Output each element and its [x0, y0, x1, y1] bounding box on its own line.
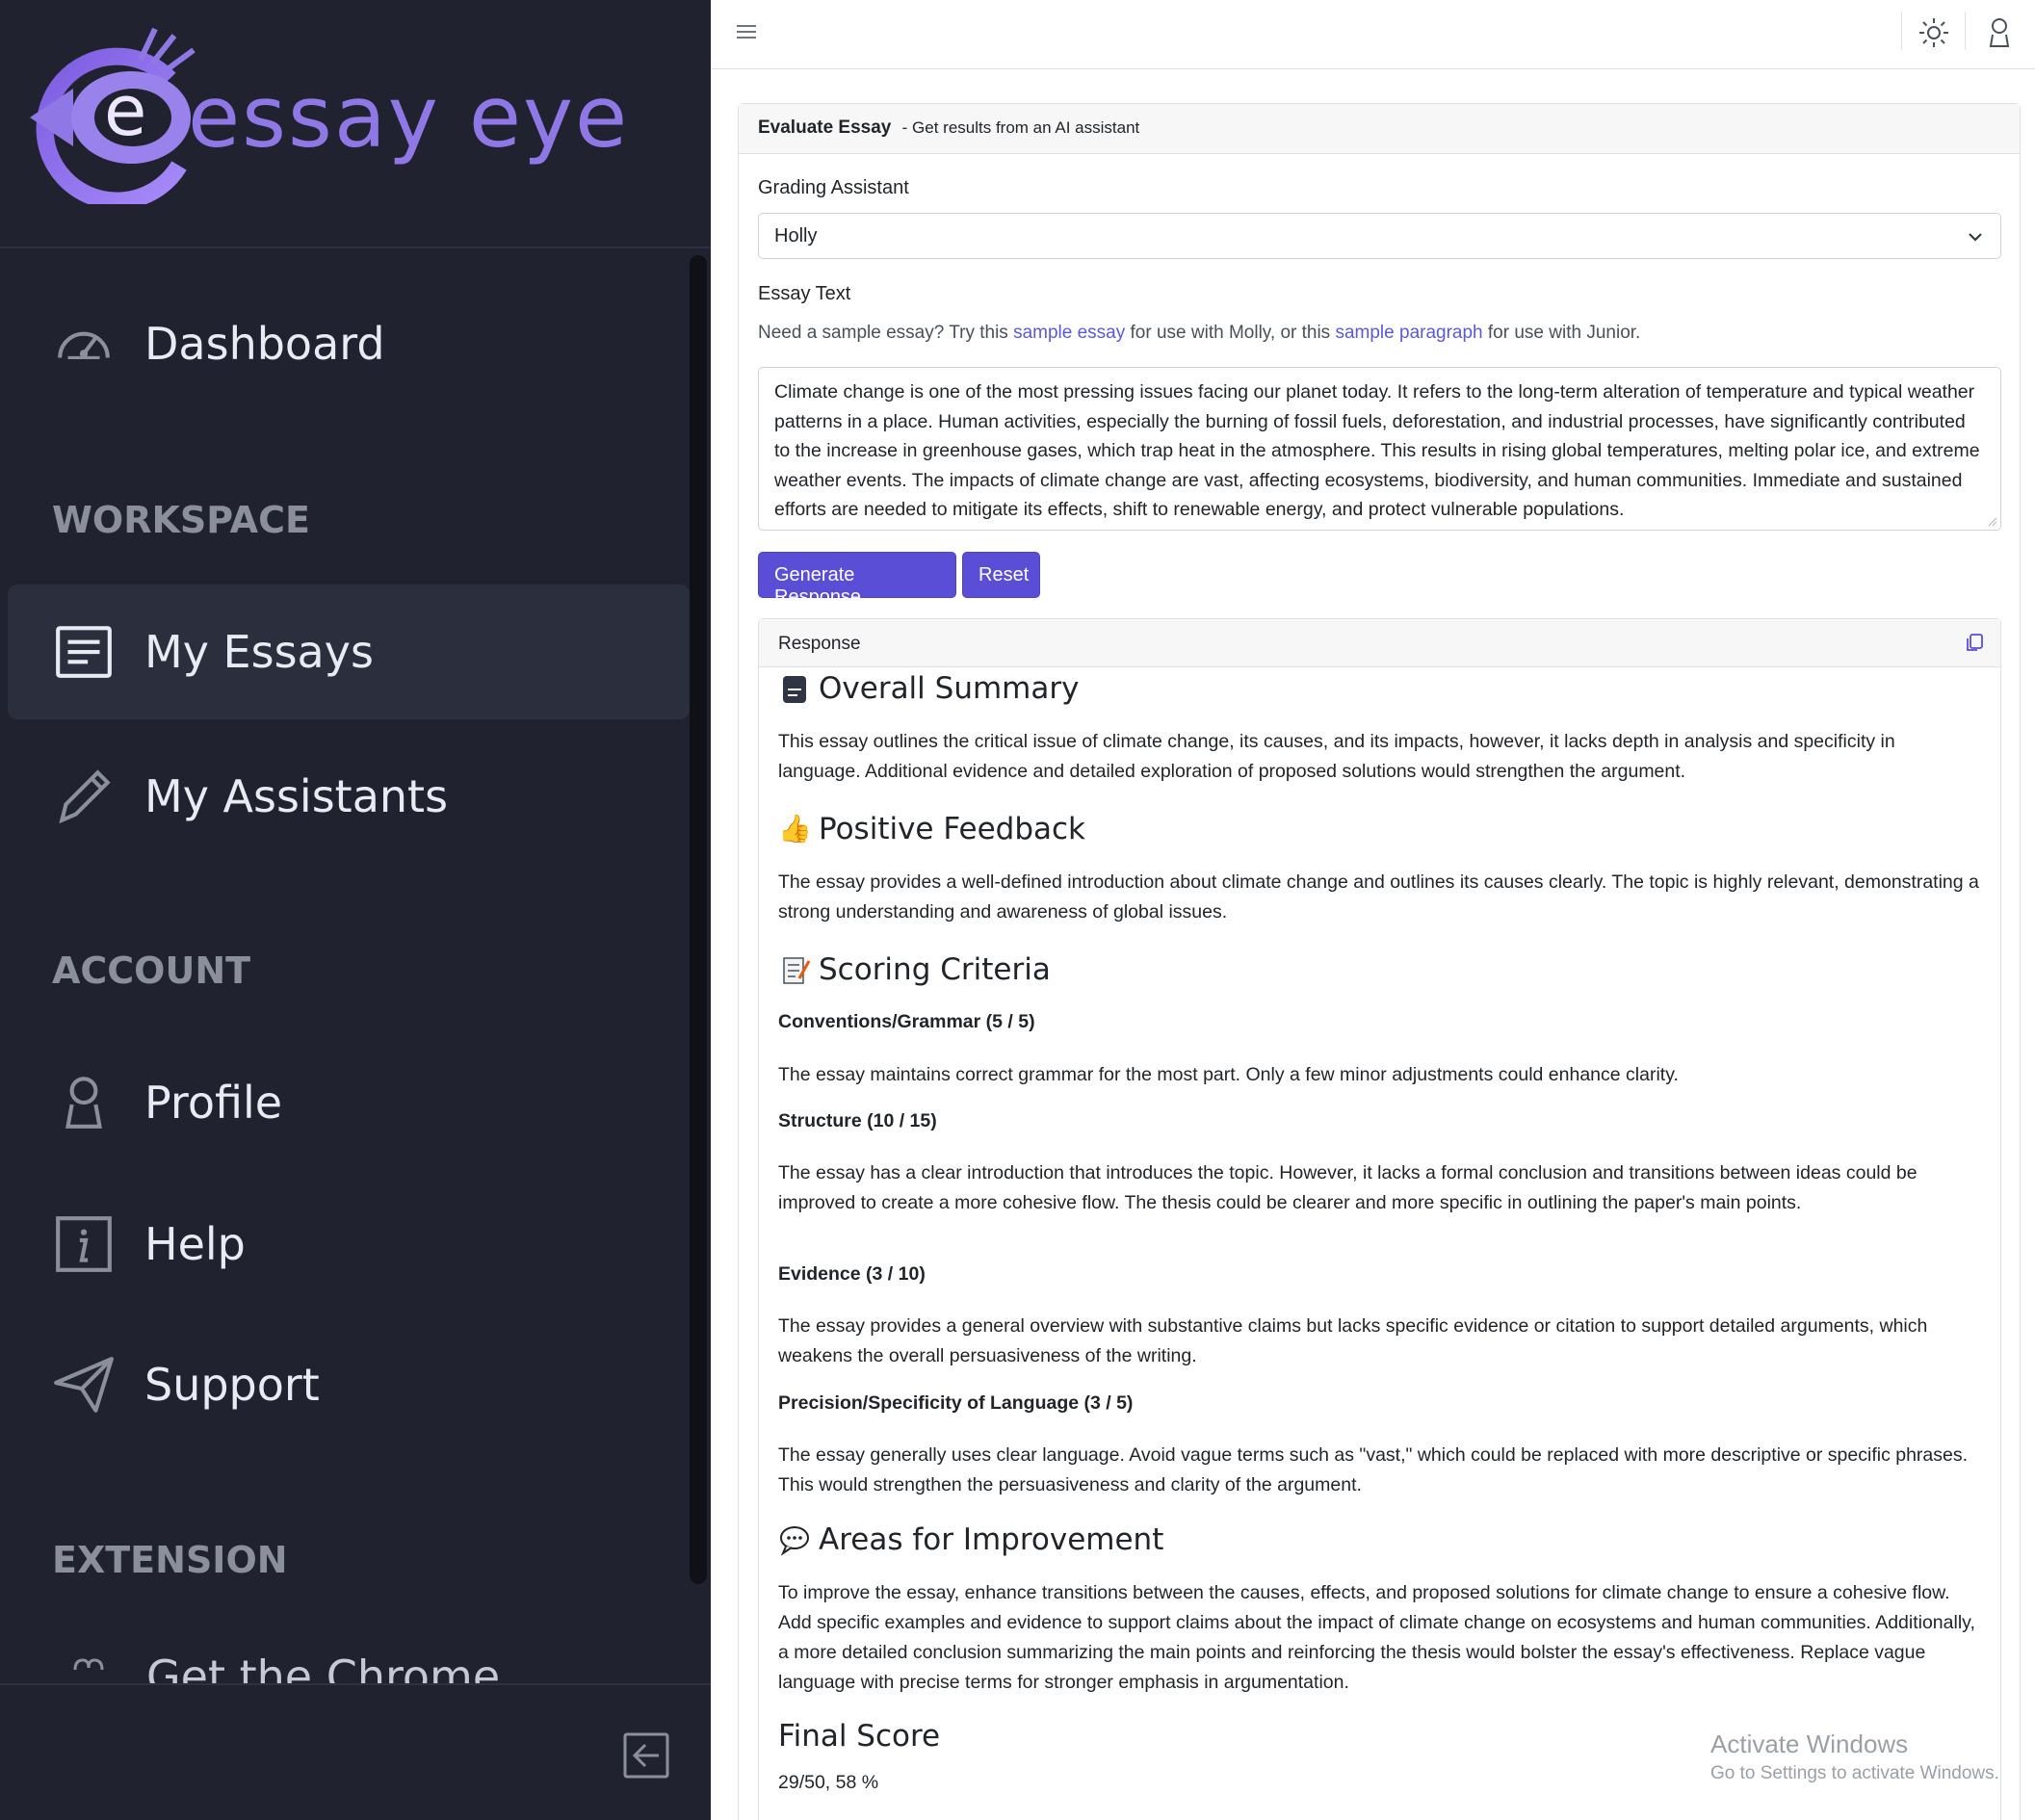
sun-icon[interactable] — [1917, 15, 1951, 50]
resize-grip-icon[interactable] — [1988, 517, 1997, 527]
grading-assistant-select[interactable]: Holly — [758, 213, 2001, 259]
sidebar-item-label: Support — [144, 1359, 320, 1411]
person-icon[interactable] — [1982, 15, 2017, 50]
sidebar-item-my-assistants[interactable]: My Assistants — [8, 729, 690, 864]
clipboard-icon — [783, 957, 811, 984]
person-icon — [65, 1077, 102, 1129]
criterion-name: Structure (10 / 15) — [778, 1110, 937, 1131]
criterion-text: The essay has a clear introduction that … — [778, 1162, 1918, 1213]
hint-text: for use with Junior. — [1482, 323, 1641, 343]
sample-paragraph-link[interactable]: sample paragraph — [1335, 323, 1482, 343]
criterion-name: Precision/Specificity of Language (3 / 5… — [778, 1392, 1134, 1414]
logo[interactable]: e essay eye — [0, 0, 711, 248]
reset-button[interactable]: Reset — [962, 552, 1040, 598]
criterion-text: The essay maintains correct grammar for … — [778, 1064, 1679, 1085]
section-label-extension: EXTENSION — [52, 1539, 288, 1581]
sidebar-item-help[interactable]: Help — [8, 1177, 690, 1312]
sidebar-scrollbar[interactable] — [690, 255, 707, 1584]
speedometer-icon — [58, 331, 110, 359]
copy-icon[interactable] — [1964, 632, 1985, 653]
speech-bubble-icon — [780, 1526, 809, 1556]
topbar — [711, 0, 2035, 69]
info-icon — [56, 1216, 112, 1272]
final-title: Final Score — [778, 1719, 941, 1754]
sidebar-item-label: My Assistants — [144, 770, 449, 822]
chevron-down-icon — [1969, 233, 1982, 242]
divider — [1901, 12, 1902, 50]
response-panel: Response Overall Summary This essay outl… — [758, 618, 2001, 1820]
sidebar-item-label: Profile — [144, 1077, 283, 1129]
response-title: Response — [778, 634, 861, 654]
pencil-icon — [59, 769, 111, 824]
section-label-account: ACCOUNT — [52, 949, 251, 992]
sidebar-item-support[interactable]: Support — [8, 1317, 690, 1452]
criterion-name: Evidence (3 / 10) — [778, 1263, 926, 1285]
criterion-name: Conventions/Grammar (5 / 5) — [778, 1011, 1035, 1032]
essay-text: Climate change is one of the most pressi… — [774, 381, 1980, 520]
card-subtitle: - Get results from an AI assistant — [901, 118, 1140, 137]
logo-text: essay eye — [188, 67, 630, 167]
sidebar-item-label: My Essays — [144, 626, 374, 678]
criteria-title: Scoring Criteria — [819, 952, 1051, 987]
sidebar: e essay eye Dashboard WORKSPACE My Essay… — [0, 0, 711, 1820]
essay-text-label: Essay Text — [758, 283, 851, 304]
generate-response-button[interactable]: Generate Response — [758, 552, 956, 608]
document-lines-icon — [56, 626, 112, 678]
sample-hint: Need a sample essay? Try this sample ess… — [758, 323, 1640, 344]
hamburger-icon[interactable] — [732, 17, 761, 46]
response-header: Response — [759, 619, 2000, 667]
summary-text: This essay outlines the critical issue o… — [778, 731, 1895, 782]
activate-windows-watermark: Activate Windows Go to Settings to activ… — [1710, 1729, 1999, 1784]
sidebar-item-my-essays[interactable]: My Essays — [8, 585, 690, 719]
send-icon — [54, 1357, 114, 1413]
grading-assistant-label: Grading Assistant — [758, 177, 909, 198]
essay-textarea[interactable]: Climate change is one of the most pressi… — [758, 367, 2001, 531]
sample-essay-link[interactable]: sample essay — [1013, 323, 1125, 343]
section-label-workspace: WORKSPACE — [52, 499, 310, 541]
sidebar-item-profile[interactable]: Profile — [8, 1035, 690, 1170]
summary-title: Overall Summary — [819, 671, 1080, 706]
select-value: Holly — [774, 225, 818, 247]
improvement-text: To improve the essay, enhance transition… — [778, 1582, 1975, 1693]
positive-text: The essay provides a well-defined introd… — [778, 871, 1979, 923]
sidebar-footer — [0, 1683, 711, 1820]
hint-text: Need a sample essay? Try this — [758, 323, 1014, 343]
divider — [1965, 12, 1966, 50]
evaluate-essay-card: Evaluate Essay - Get results from an AI … — [738, 103, 2021, 1820]
sidebar-item-label: Help — [144, 1218, 246, 1270]
svg-text:e: e — [104, 70, 146, 151]
notebook-icon — [783, 676, 806, 703]
summary-heading: Overall Summary — [778, 671, 1079, 706]
final-score-heading: Final Score — [778, 1719, 940, 1754]
positive-title: Positive Feedback — [819, 812, 1085, 846]
watermark-line1: Activate Windows — [1710, 1729, 1909, 1758]
criterion-text: The essay provides a general overview wi… — [778, 1315, 1928, 1366]
watermark-line2: Go to Settings to activate Windows. — [1710, 1763, 1999, 1783]
improvement-heading: Areas for Improvement — [778, 1522, 1163, 1557]
thumbs-up-icon: 👍 — [778, 813, 812, 845]
card-title: Evaluate Essay — [758, 117, 892, 138]
card-header: Evaluate Essay - Get results from an AI … — [739, 104, 2020, 154]
improvement-title: Areas for Improvement — [819, 1522, 1164, 1557]
sidebar-item-dashboard[interactable]: Dashboard — [8, 276, 690, 411]
hint-text: for use with Molly, or this — [1125, 323, 1336, 343]
criterion-text: The essay generally uses clear language.… — [778, 1444, 1969, 1495]
collapse-left-icon[interactable] — [622, 1731, 670, 1780]
criteria-heading: Scoring Criteria — [778, 952, 1051, 987]
sidebar-item-label: Dashboard — [144, 318, 385, 370]
positive-heading: 👍 Positive Feedback — [778, 812, 1085, 846]
